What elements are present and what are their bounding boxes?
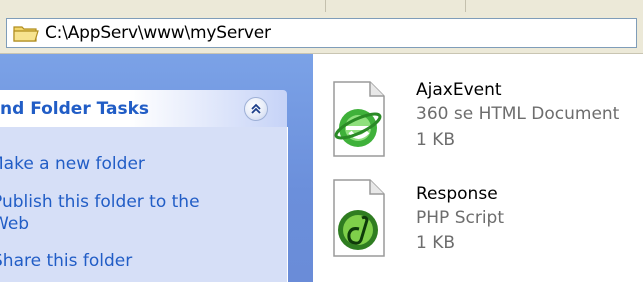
publish-folder-link[interactable]: Publish this folder to the Web [0, 191, 232, 235]
file-type: 360 se HTML Document [416, 104, 620, 124]
share-folder-link[interactable]: Share this folder [0, 250, 132, 272]
file-type: PHP Script [416, 208, 504, 228]
toolbar-separator [325, 0, 326, 12]
address-path[interactable]: C:\AppServ\www\myServer [45, 23, 271, 43]
html-document-icon [333, 81, 385, 157]
php-script-icon [333, 179, 385, 257]
collapse-button[interactable] [244, 97, 268, 121]
folder-tasks-title: nd Folder Tasks [0, 99, 150, 119]
file-name[interactable]: Response [416, 184, 498, 204]
file-size: 1 KB [416, 233, 456, 253]
address-bar-row: C:\AppServ\www\myServer [0, 13, 643, 54]
toolbar-separator [465, 0, 466, 12]
toolbar-strip [0, 0, 643, 14]
file-size: 1 KB [416, 130, 456, 150]
task-pane: nd Folder Tasks Make a new folder Publis… [0, 54, 313, 282]
double-chevron-up-icon [251, 103, 261, 114]
address-field[interactable]: C:\AppServ\www\myServer [6, 18, 637, 48]
folder-tasks-body: Make a new folder Publish this folder to… [0, 127, 288, 282]
folder-icon [13, 26, 39, 42]
file-name[interactable]: AjaxEvent [416, 80, 502, 100]
folder-tasks-header[interactable]: nd Folder Tasks [0, 90, 287, 127]
make-new-folder-link[interactable]: Make a new folder [0, 153, 145, 175]
